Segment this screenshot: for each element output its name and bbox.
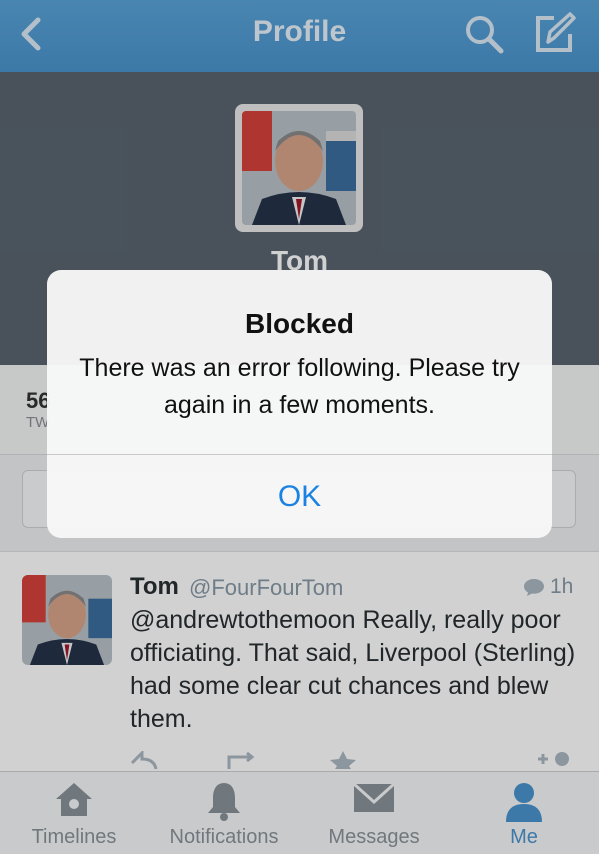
alert-message: There was an error following. Please try… [79,354,520,419]
ok-button[interactable]: OK [47,455,552,538]
alert-title: Blocked [245,308,354,339]
alert-dialog: Blocked There was an error following. Pl… [47,270,552,538]
